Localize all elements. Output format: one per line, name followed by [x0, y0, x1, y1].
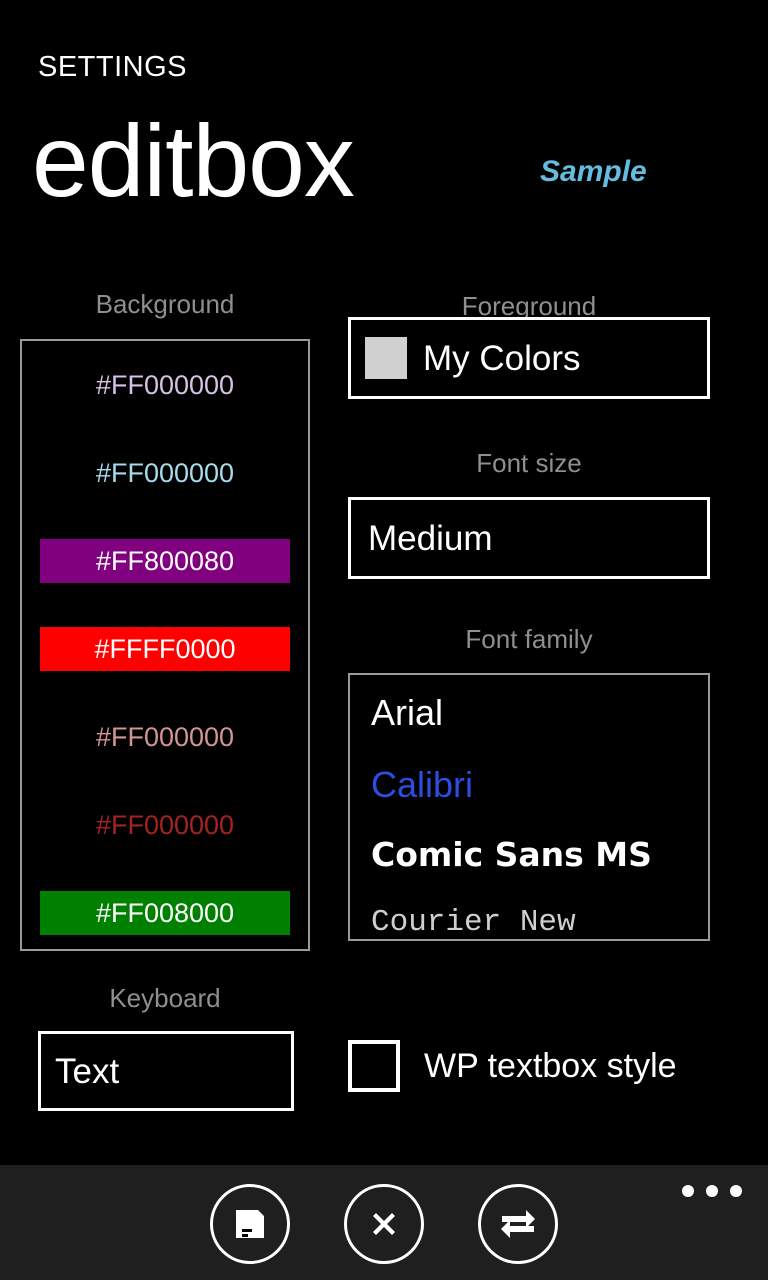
cancel-button[interactable] — [344, 1184, 424, 1264]
page-title: editbox — [32, 104, 355, 218]
font-family-list-item[interactable]: Courier New — [371, 897, 698, 939]
font-family-list-item[interactable]: Comic Sans MS — [371, 829, 698, 881]
background-list-item[interactable]: #FF800080 — [40, 539, 290, 583]
wp-textbox-style-label: WP textbox style — [424, 1047, 677, 1085]
app-bar-buttons — [0, 1183, 768, 1265]
more-dot — [682, 1185, 694, 1197]
foreground-combobox[interactable]: My Colors — [348, 317, 710, 399]
more-dot — [706, 1185, 718, 1197]
background-list-item[interactable]: #FFFF0000 — [40, 627, 290, 671]
wp-textbox-style-row[interactable]: WP textbox style — [348, 1040, 677, 1092]
app-bar — [0, 1165, 768, 1280]
background-color-listbox[interactable]: #FF000000 #FF000000 #FF800080 #FFFF0000 #FF0… — [20, 339, 310, 951]
more-dots-icon[interactable] — [682, 1185, 742, 1197]
foreground-selected-value: My Colors — [423, 338, 581, 378]
keyboard-selected-value: Text — [55, 1051, 120, 1091]
swap-button[interactable] — [478, 1184, 558, 1264]
save-icon — [231, 1205, 269, 1243]
sample-preview-label: Sample — [540, 155, 647, 188]
swap-icon — [498, 1205, 538, 1243]
foreground-color-swatch — [365, 337, 407, 379]
wp-textbox-style-checkbox[interactable] — [348, 1040, 400, 1092]
background-list-item[interactable]: #FF000000 — [40, 715, 290, 759]
font-family-list-item[interactable]: Arial — [371, 687, 698, 739]
background-list-item[interactable]: #FF000000 — [40, 451, 290, 495]
font-family-section-label: Font family — [465, 624, 593, 654]
font-family-list-item[interactable]: Calibri — [371, 759, 698, 811]
foreground-section-label: Foreground — [461, 291, 597, 321]
background-section-label: Background — [95, 289, 235, 319]
font-family-listbox[interactable]: Arial Calibri Comic Sans MS Courier New — [348, 673, 710, 941]
font-size-section-label: Font size — [476, 448, 582, 478]
app-title: SETTINGS — [38, 51, 188, 83]
more-dot — [730, 1185, 742, 1197]
settings-content: Background #FF000000 #FF000000 #FF800080 #F… — [0, 255, 768, 1165]
keyboard-section-label: Keyboard — [109, 983, 221, 1013]
page-header: SETTINGS editbox Sample — [0, 0, 768, 255]
font-size-combobox[interactable]: Medium — [348, 497, 710, 579]
background-list-item[interactable]: #FF000000 — [40, 803, 290, 847]
background-list-item[interactable]: #FF008000 — [40, 891, 290, 935]
keyboard-combobox[interactable]: Text — [38, 1031, 294, 1111]
close-icon — [367, 1207, 401, 1241]
save-button[interactable] — [210, 1184, 290, 1264]
background-list-item[interactable]: #FF000000 — [40, 363, 290, 407]
font-size-selected-value: Medium — [368, 518, 493, 558]
